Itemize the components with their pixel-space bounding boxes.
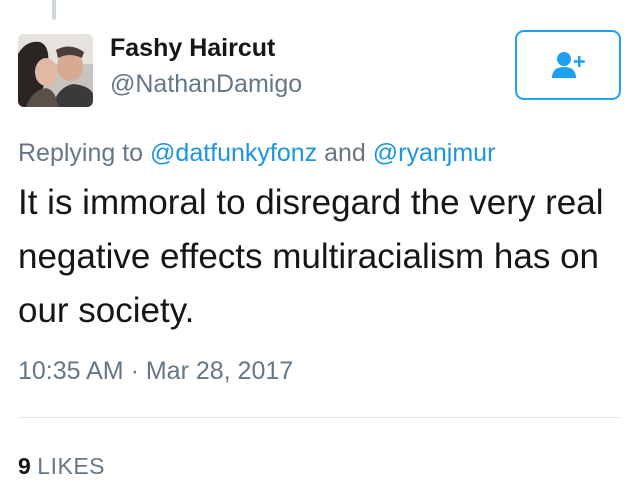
avatar[interactable] [18,34,93,107]
likes-label: LIKES [37,453,106,479]
reply-context-joiner: and [317,139,373,167]
avatar-photo [18,34,93,107]
likes-stat[interactable]: 9 LIKES [18,453,105,480]
likes-count: 9 [18,453,32,479]
divider [18,417,621,418]
author-display-name[interactable]: Fashy Haircut [110,34,275,63]
tweet-text: It is immoral to disregard the very real… [18,183,604,330]
thread-connector-line [52,0,56,20]
follow-button[interactable] [515,30,621,100]
reply-context-prefix: Replying to [18,139,151,167]
mention-link-datfunkyfonz[interactable]: @datfunkyfonz [150,139,317,167]
reply-context: Replying to @datfunkyfonz and @ryanjmur [18,139,495,168]
mention-link-ryanjmur[interactable]: @ryanjmur [373,139,496,167]
author-handle[interactable]: @NathanDamigo [110,70,302,99]
tweet-timestamp[interactable]: 10:35 AM · Mar 28, 2017 [18,357,293,386]
add-user-icon [552,52,585,78]
